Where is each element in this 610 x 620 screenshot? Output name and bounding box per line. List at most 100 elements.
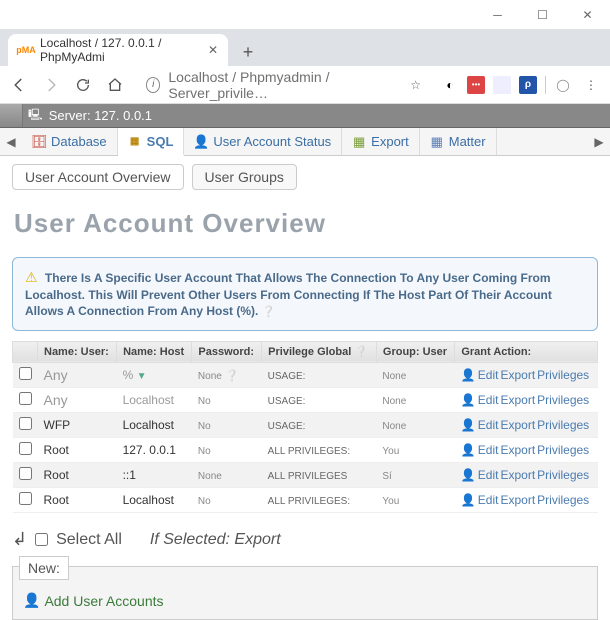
users-table: Name: User: Name: Host Password: Privile… (12, 341, 598, 513)
help-icon[interactable]: ❔ (262, 306, 276, 318)
tab-database[interactable]: 🗄 Database (22, 128, 118, 155)
cell-priv: USAGE: (262, 388, 377, 413)
extension-icon-3[interactable] (493, 76, 511, 94)
tab-sql[interactable]: ▦ SQL (118, 128, 185, 156)
window-close-button[interactable]: ✕ (565, 0, 610, 30)
extension-icon-1[interactable]: ◐ (441, 76, 459, 94)
export-link[interactable]: Export (500, 368, 535, 382)
tab-scroll-left[interactable]: ◀ (0, 128, 22, 155)
edit-user-icon: 👤 (461, 418, 476, 432)
home-button[interactable] (104, 74, 126, 96)
edit-user-icon: 👤 (461, 443, 476, 457)
edit-link[interactable]: Edit (478, 368, 499, 382)
privileges-link[interactable]: Privileges (537, 443, 589, 457)
bookmark-star-icon[interactable]: ☆ (410, 78, 421, 92)
export-link[interactable]: Export (500, 418, 535, 432)
new-tab-button[interactable]: + (234, 38, 262, 66)
export-link[interactable]: Export (500, 493, 535, 507)
row-actions: 👤Edit Export Privileges (461, 393, 592, 407)
subtabs: User Account Overview User Groups (12, 164, 598, 190)
row-checkbox[interactable] (19, 492, 32, 505)
subtab-overview[interactable]: User Account Overview (12, 164, 184, 190)
tab-user-status[interactable]: 👤 User Account Status (184, 128, 342, 155)
subtab-groups[interactable]: User Groups (192, 164, 297, 190)
col-pass[interactable]: Password: (192, 341, 262, 362)
cell-user: Any (38, 363, 117, 388)
export-link[interactable]: Export (500, 393, 535, 407)
cell-user: Root (38, 438, 117, 463)
user-plus-icon: 👤 (23, 592, 40, 609)
window-maximize-button[interactable]: ☐ (520, 0, 565, 30)
cell-host: 127. 0.0.1 (117, 438, 192, 463)
select-all-row: ↳ Select All If Selected: Export (0, 521, 610, 558)
extension-icon-2[interactable]: ••• (467, 76, 485, 94)
profile-icon[interactable]: ◯ (554, 76, 572, 94)
window-minimize-button[interactable]: ─ (475, 0, 520, 30)
edit-link[interactable]: Edit (478, 443, 499, 457)
row-actions: 👤Edit Export Privileges (461, 418, 592, 432)
privileges-link[interactable]: Privileges (537, 368, 589, 382)
tab-matter[interactable]: ▦ Matter (420, 128, 497, 155)
edit-link[interactable]: Edit (478, 493, 499, 507)
row-actions: 👤Edit Export Privileges (461, 493, 592, 507)
forward-button[interactable] (40, 74, 62, 96)
col-priv[interactable]: Privilege Global ❔ (262, 341, 377, 362)
export-link[interactable]: Export (500, 468, 535, 482)
col-group[interactable]: Group: User (376, 341, 454, 362)
cell-user: Root (38, 463, 117, 488)
add-user-link[interactable]: 👤 Add User Accounts (23, 592, 587, 609)
col-host[interactable]: Name: Host (117, 341, 192, 362)
export-link[interactable]: Export (500, 443, 535, 457)
edit-link[interactable]: Edit (478, 418, 499, 432)
tab-close-button[interactable]: ✕ (208, 43, 218, 57)
row-actions: 👤Edit Export Privileges (461, 468, 592, 482)
col-action[interactable]: Grant Action: (455, 341, 598, 362)
row-checkbox[interactable] (19, 417, 32, 430)
back-button[interactable] (8, 74, 30, 96)
cell-group: None (376, 413, 454, 438)
address-bar[interactable]: i Localhost / Phpmyadmin / Server_privil… (136, 71, 431, 99)
row-checkbox[interactable] (19, 442, 32, 455)
cell-pass: No (192, 388, 262, 413)
select-all-label: Select All (56, 531, 122, 549)
if-selected-label: If Selected: Export (150, 531, 281, 549)
sql-icon: ▦ (128, 134, 142, 148)
col-user[interactable]: Name: User: (38, 341, 117, 362)
tab-scroll-right[interactable]: ▶ (588, 128, 610, 155)
cell-pass: None ❔ (192, 363, 262, 388)
extension-icon-4[interactable]: ρ (519, 76, 537, 94)
row-checkbox[interactable] (19, 367, 32, 380)
table-row: RootLocalhostNoALL PRIVILEGES:You👤Edit E… (13, 488, 598, 513)
edit-user-icon: 👤 (461, 493, 476, 507)
cell-host: Localhost (117, 488, 192, 513)
privileges-link[interactable]: Privileges (537, 468, 589, 482)
cell-host: Localhost (117, 388, 192, 413)
cell-group: You (376, 438, 454, 463)
site-info-icon[interactable]: i (146, 77, 160, 93)
edit-link[interactable]: Edit (478, 468, 499, 482)
hook-arrow-icon: ↳ (12, 529, 27, 550)
edit-link[interactable]: Edit (478, 393, 499, 407)
reload-button[interactable] (72, 74, 94, 96)
row-checkbox[interactable] (19, 467, 32, 480)
row-checkbox[interactable] (19, 392, 32, 405)
table-row: Root127. 0.0.1NoALL PRIVILEGES:You👤Edit … (13, 438, 598, 463)
privileges-link[interactable]: Privileges (537, 493, 589, 507)
cell-pass: No (192, 438, 262, 463)
help-priv-icon[interactable]: ❔ (354, 346, 368, 358)
cell-host: % ▼ (117, 363, 192, 388)
server-icon: 🖳 (28, 106, 43, 125)
browser-tab-active[interactable]: pMA Localhost / 127. 0.0.1 / PhpMyAdmi ✕ (8, 34, 228, 66)
privileges-link[interactable]: Privileges (537, 393, 589, 407)
cell-group: You (376, 488, 454, 513)
row-actions: 👤Edit Export Privileges (461, 443, 592, 457)
select-all-checkbox[interactable] (35, 533, 48, 546)
browser-menu-button[interactable]: ⋮ (580, 74, 602, 96)
cell-pass: No (192, 413, 262, 438)
tab-export[interactable]: ▦ Export (342, 128, 420, 155)
extension-icons: ◐ ••• ρ ◯ ⋮ (441, 74, 602, 96)
new-label: New: (19, 556, 69, 580)
table-row: Root::1NoneALL PRIVILEGESSí👤Edit Export … (13, 463, 598, 488)
privileges-link[interactable]: Privileges (537, 418, 589, 432)
tab-title: Localhost / 127. 0.0.1 / PhpMyAdmi (40, 36, 194, 64)
